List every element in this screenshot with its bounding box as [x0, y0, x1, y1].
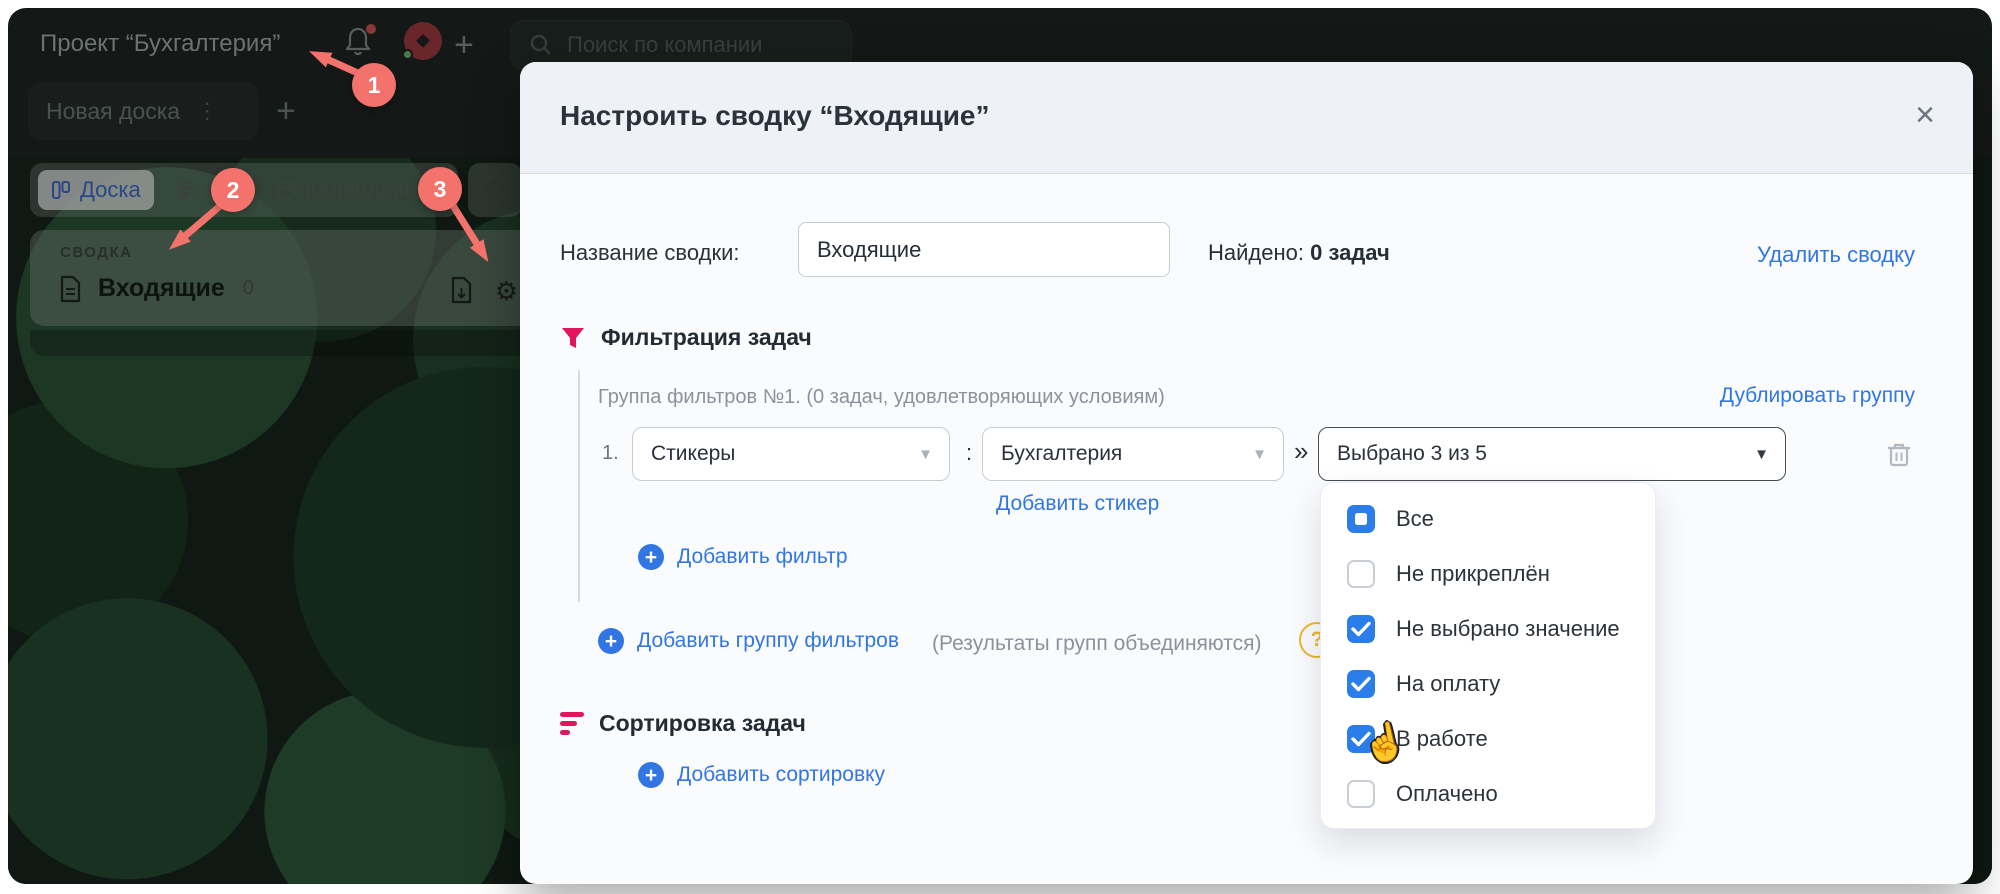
dropdown-option[interactable]: Не прикреплён — [1321, 546, 1655, 601]
dropdown-option[interactable]: Все — [1321, 491, 1655, 546]
found-label: Найдено: — [1208, 240, 1304, 265]
duplicate-group-link[interactable]: Дублировать группу — [1720, 384, 1915, 408]
modal-header: Настроить сводку “Входящие” × — [520, 62, 1973, 174]
dropdown-option-label: На оплату — [1396, 670, 1501, 696]
add-filter-button[interactable]: + Добавить фильтр — [638, 544, 848, 570]
filter-group-line — [578, 370, 580, 602]
dropdown-option[interactable]: Оплачено — [1321, 766, 1655, 821]
plus-circle-icon: + — [598, 628, 624, 654]
checkbox-unchecked[interactable] — [1347, 559, 1375, 588]
trash-icon — [1888, 443, 1910, 467]
delete-filter-button[interactable] — [1886, 440, 1912, 468]
add-filter-group-label: Добавить группу фильтров — [637, 629, 900, 652]
plus-circle-icon: + — [638, 762, 664, 788]
summary-name-label: Название сводки: — [560, 240, 740, 265]
filter-funnel-icon — [562, 327, 584, 348]
add-filter-label: Добавить фильтр — [677, 545, 848, 568]
sticker-group-select[interactable]: Бухгалтерия ▼ — [982, 427, 1284, 481]
group-combine-note: (Результаты групп объединяются) — [932, 632, 1262, 655]
add-sort-button[interactable]: + Добавить сортировку — [638, 762, 885, 788]
annotation-badge-2: 2 — [211, 168, 255, 212]
dropdown-option-label: Не выбрано значение — [1396, 615, 1620, 641]
sticker-group-value: Бухгалтерия — [1001, 442, 1123, 465]
checkbox-unchecked[interactable] — [1347, 779, 1375, 808]
dropdown-option-label: Оплачено — [1396, 780, 1498, 806]
filter-row-index: 1. — [602, 442, 619, 464]
checkbox-checked[interactable] — [1347, 669, 1375, 698]
dropdown-option-label: Не прикреплён — [1396, 560, 1550, 586]
found-value: 0 задач — [1310, 240, 1390, 265]
filter-section-header: Фильтрация задач — [560, 324, 812, 351]
sort-bars-icon — [560, 712, 584, 735]
sticker-values-summary: Выбрано 3 из 5 — [1337, 442, 1487, 465]
filter-group-label: Группа фильтров №1. (0 задач, удовлетвор… — [598, 386, 1165, 408]
sticker-values-dropdown: Все Не прикреплён Не выбрано значение На… — [1320, 482, 1656, 829]
found-counter: Найдено: 0 задач — [1208, 240, 1390, 266]
dropdown-option[interactable]: На оплату — [1321, 656, 1655, 711]
plus-circle-icon: + — [638, 544, 664, 570]
sticker-values-select[interactable]: Выбрано 3 из 5 ▼ — [1318, 427, 1786, 481]
add-sort-label: Добавить сортировку — [677, 763, 886, 786]
filter-type-select[interactable]: Стикеры ▼ — [632, 427, 950, 481]
delete-summary-link[interactable]: Удалить сводку — [1757, 242, 1915, 268]
sort-section-header: Сортировка задач — [560, 710, 806, 737]
filter-type-value: Стикеры — [651, 442, 736, 465]
summary-name-input[interactable] — [798, 222, 1170, 277]
add-filter-group-button[interactable]: + Добавить группу фильтров — [598, 628, 899, 654]
dropdown-option-label: В работе — [1396, 725, 1488, 751]
separator-colon: : — [966, 440, 973, 465]
separator-chevron: » — [1294, 436, 1309, 466]
close-icon[interactable]: × — [1915, 96, 1935, 135]
chevron-down-icon: ▼ — [1754, 445, 1769, 463]
sort-section-title: Сортировка задач — [599, 710, 806, 736]
annotation-badge-1: 1 — [352, 63, 396, 107]
dropdown-option-label: Все — [1396, 505, 1434, 531]
summary-settings-modal: Настроить сводку “Входящие” × Название с… — [520, 62, 1973, 884]
annotation-badge-3: 3 — [418, 167, 462, 211]
checkbox-checked[interactable] — [1347, 614, 1375, 643]
chevron-down-icon: ▼ — [918, 445, 933, 463]
filter-section-title: Фильтрация задач — [601, 324, 812, 350]
dropdown-option[interactable]: Не выбрано значение — [1321, 601, 1655, 656]
screenshot-root: Проект “Бухгалтерия” ◆ + Новая доска ⋮ — [0, 0, 2000, 894]
modal-title: Настроить сводку “Входящие” — [560, 100, 990, 131]
add-sticker-link[interactable]: Добавить стикер — [996, 492, 1159, 516]
checkbox-partial[interactable] — [1347, 504, 1375, 533]
chevron-down-icon: ▼ — [1252, 445, 1267, 463]
